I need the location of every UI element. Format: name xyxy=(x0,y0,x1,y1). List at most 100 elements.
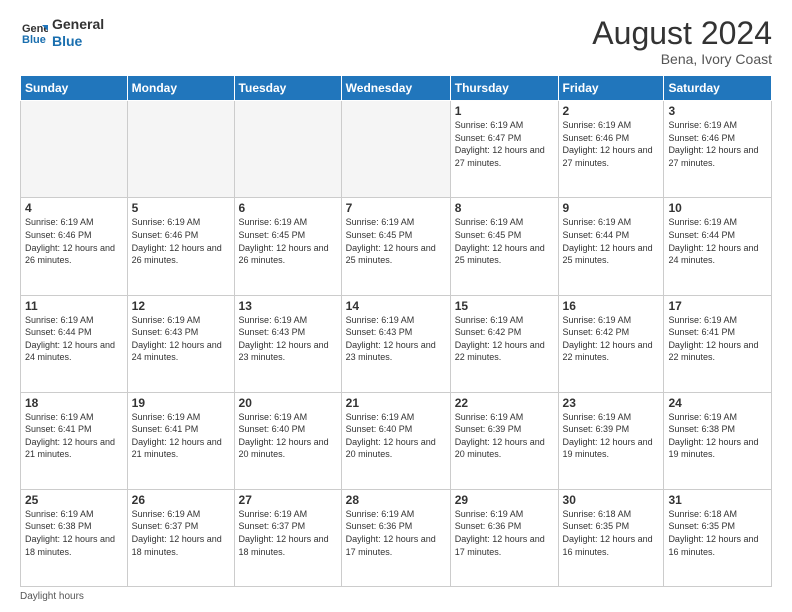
day-info: Sunrise: 6:19 AMSunset: 6:41 PMDaylight:… xyxy=(132,412,222,460)
calendar-row-3: 18 Sunrise: 6:19 AMSunset: 6:41 PMDayligh… xyxy=(21,392,772,489)
calendar-cell: 5 Sunrise: 6:19 AMSunset: 6:46 PMDaylight… xyxy=(127,198,234,295)
month-year: August 2024 xyxy=(592,16,772,51)
calendar-cell: 11 Sunrise: 6:19 AMSunset: 6:44 PMDayligh… xyxy=(21,295,128,392)
day-number: 23 xyxy=(563,396,660,410)
location: Bena, Ivory Coast xyxy=(592,51,772,67)
calendar-cell: 25 Sunrise: 6:19 AMSunset: 6:38 PMDayligh… xyxy=(21,489,128,586)
day-number: 8 xyxy=(455,201,554,215)
day-number: 18 xyxy=(25,396,123,410)
day-info: Sunrise: 6:19 AMSunset: 6:40 PMDaylight:… xyxy=(239,412,329,460)
col-tuesday: Tuesday xyxy=(234,76,341,101)
day-info: Sunrise: 6:19 AMSunset: 6:47 PMDaylight:… xyxy=(455,120,545,168)
day-info: Sunrise: 6:19 AMSunset: 6:43 PMDaylight:… xyxy=(346,315,436,363)
calendar-cell: 13 Sunrise: 6:19 AMSunset: 6:43 PMDayligh… xyxy=(234,295,341,392)
logo-icon: General Blue xyxy=(20,19,48,47)
calendar-cell: 24 Sunrise: 6:19 AMSunset: 6:38 PMDayligh… xyxy=(664,392,772,489)
calendar: Sunday Monday Tuesday Wednesday Thursday… xyxy=(20,75,772,587)
day-info: Sunrise: 6:19 AMSunset: 6:44 PMDaylight:… xyxy=(563,217,653,265)
svg-text:Blue: Blue xyxy=(22,34,46,46)
day-info: Sunrise: 6:19 AMSunset: 6:42 PMDaylight:… xyxy=(563,315,653,363)
day-info: Sunrise: 6:19 AMSunset: 6:45 PMDaylight:… xyxy=(346,217,436,265)
calendar-cell: 29 Sunrise: 6:19 AMSunset: 6:36 PMDayligh… xyxy=(450,489,558,586)
day-number: 11 xyxy=(25,299,123,313)
day-number: 17 xyxy=(668,299,767,313)
day-number: 6 xyxy=(239,201,337,215)
day-number: 12 xyxy=(132,299,230,313)
day-number: 9 xyxy=(563,201,660,215)
calendar-cell: 20 Sunrise: 6:19 AMSunset: 6:40 PMDayligh… xyxy=(234,392,341,489)
day-number: 7 xyxy=(346,201,446,215)
calendar-cell: 17 Sunrise: 6:19 AMSunset: 6:41 PMDayligh… xyxy=(664,295,772,392)
day-number: 26 xyxy=(132,493,230,507)
calendar-cell: 26 Sunrise: 6:19 AMSunset: 6:37 PMDayligh… xyxy=(127,489,234,586)
day-info: Sunrise: 6:19 AMSunset: 6:46 PMDaylight:… xyxy=(668,120,758,168)
col-saturday: Saturday xyxy=(664,76,772,101)
day-number: 15 xyxy=(455,299,554,313)
day-info: Sunrise: 6:19 AMSunset: 6:46 PMDaylight:… xyxy=(563,120,653,168)
daylight-label: Daylight hours xyxy=(20,591,84,602)
day-number: 29 xyxy=(455,493,554,507)
calendar-cell: 18Sunrise: 6:19 AMSunset: 6:41 PMDayligh… xyxy=(21,392,128,489)
day-info: Sunrise: 6:19 AMSunset: 6:42 PMDaylight:… xyxy=(455,315,545,363)
calendar-cell: 27 Sunrise: 6:19 AMSunset: 6:37 PMDayligh… xyxy=(234,489,341,586)
calendar-cell: 7 Sunrise: 6:19 AMSunset: 6:45 PMDaylight… xyxy=(341,198,450,295)
calendar-body: 1Sunrise: 6:19 AMSunset: 6:47 PMDaylight… xyxy=(21,101,772,587)
col-sunday: Sunday xyxy=(21,76,128,101)
day-number: 27 xyxy=(239,493,337,507)
day-info: Sunrise: 6:19 AMSunset: 6:38 PMDaylight:… xyxy=(25,509,115,557)
calendar-cell: 2 Sunrise: 6:19 AMSunset: 6:46 PMDaylight… xyxy=(558,101,664,198)
calendar-cell: 19 Sunrise: 6:19 AMSunset: 6:41 PMDayligh… xyxy=(127,392,234,489)
day-number: 30 xyxy=(563,493,660,507)
calendar-cell: 23Sunrise: 6:19 AMSunset: 6:39 PMDayligh… xyxy=(558,392,664,489)
day-number: 14 xyxy=(346,299,446,313)
calendar-cell: 30 Sunrise: 6:18 AMSunset: 6:35 PMDayligh… xyxy=(558,489,664,586)
calendar-cell xyxy=(127,101,234,198)
day-info: Sunrise: 6:19 AMSunset: 6:38 PMDaylight:… xyxy=(668,412,758,460)
day-info: Sunrise: 6:19 AMSunset: 6:36 PMDaylight:… xyxy=(455,509,545,557)
logo: General Blue General Blue xyxy=(20,16,104,50)
calendar-cell: 3 Sunrise: 6:19 AMSunset: 6:46 PMDaylight… xyxy=(664,101,772,198)
calendar-cell xyxy=(21,101,128,198)
calendar-cell: 31 Sunrise: 6:18 AMSunset: 6:35 PMDayligh… xyxy=(664,489,772,586)
day-info: Sunrise: 6:19 AMSunset: 6:46 PMDaylight:… xyxy=(132,217,222,265)
day-number: 25 xyxy=(25,493,123,507)
col-friday: Friday xyxy=(558,76,664,101)
calendar-cell: 9 Sunrise: 6:19 AMSunset: 6:44 PMDaylight… xyxy=(558,198,664,295)
day-info: Sunrise: 6:19 AMSunset: 6:44 PMDaylight:… xyxy=(25,315,115,363)
day-info: Sunrise: 6:18 AMSunset: 6:35 PMDaylight:… xyxy=(668,509,758,557)
day-number: 10 xyxy=(668,201,767,215)
day-number: 16 xyxy=(563,299,660,313)
calendar-cell: 28Sunrise: 6:19 AMSunset: 6:36 PMDayligh… xyxy=(341,489,450,586)
calendar-cell: 10Sunrise: 6:19 AMSunset: 6:44 PMDayligh… xyxy=(664,198,772,295)
day-number: 3 xyxy=(668,104,767,118)
col-thursday: Thursday xyxy=(450,76,558,101)
calendar-cell: 6Sunrise: 6:19 AMSunset: 6:45 PMDaylight… xyxy=(234,198,341,295)
day-info: Sunrise: 6:19 AMSunset: 6:37 PMDaylight:… xyxy=(132,509,222,557)
col-wednesday: Wednesday xyxy=(341,76,450,101)
day-number: 5 xyxy=(132,201,230,215)
day-info: Sunrise: 6:19 AMSunset: 6:43 PMDaylight:… xyxy=(239,315,329,363)
header: General Blue General Blue August 2024 Be… xyxy=(20,16,772,67)
day-number: 31 xyxy=(668,493,767,507)
day-info: Sunrise: 6:19 AMSunset: 6:41 PMDaylight:… xyxy=(668,315,758,363)
calendar-cell: 4Sunrise: 6:19 AMSunset: 6:46 PMDaylight… xyxy=(21,198,128,295)
calendar-row-4: 25 Sunrise: 6:19 AMSunset: 6:38 PMDayligh… xyxy=(21,489,772,586)
day-number: 19 xyxy=(132,396,230,410)
day-number: 4 xyxy=(25,201,123,215)
logo-blue: Blue xyxy=(52,33,104,50)
day-number: 2 xyxy=(563,104,660,118)
calendar-cell: 16 Sunrise: 6:19 AMSunset: 6:42 PMDayligh… xyxy=(558,295,664,392)
day-number: 24 xyxy=(668,396,767,410)
day-number: 20 xyxy=(239,396,337,410)
calendar-row-1: 4 Sunrise: 6:19 AMSunset: 6:46 PMDaylight… xyxy=(21,198,772,295)
logo-general: General xyxy=(52,16,104,33)
day-info: Sunrise: 6:19 AMSunset: 6:37 PMDaylight:… xyxy=(239,509,329,557)
calendar-cell xyxy=(234,101,341,198)
day-info: Sunrise: 6:19 AMSunset: 6:39 PMDaylight:… xyxy=(455,412,545,460)
calendar-row-0: 1Sunrise: 6:19 AMSunset: 6:47 PMDaylight… xyxy=(21,101,772,198)
day-info: Sunrise: 6:18 AMSunset: 6:35 PMDaylight:… xyxy=(563,509,653,557)
day-info: Sunrise: 6:19 AMSunset: 6:45 PMDaylight:… xyxy=(455,217,545,265)
day-number: 22 xyxy=(455,396,554,410)
day-number: 28 xyxy=(346,493,446,507)
day-number: 13 xyxy=(239,299,337,313)
